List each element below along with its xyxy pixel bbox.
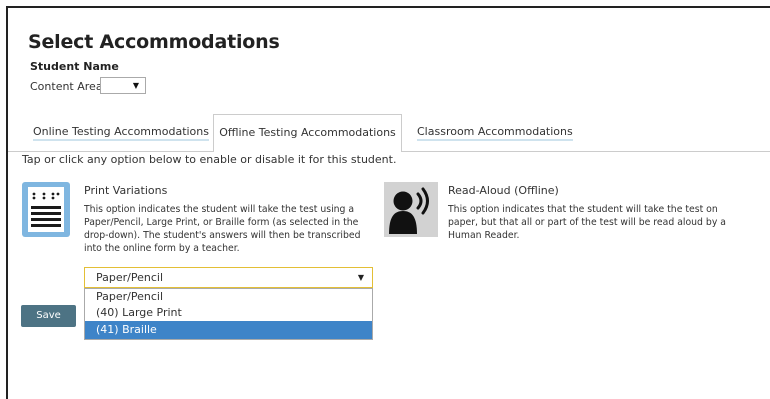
chevron-down-icon: ▼ — [357, 273, 364, 282]
tab-offline-label: Offline Testing Accommodations — [219, 126, 396, 139]
dropdown-option-braille[interactable]: (41) Braille — [85, 321, 372, 339]
page-title: Select Accommodations — [28, 31, 280, 53]
content-area-label: Content Area — [30, 80, 103, 93]
print-variation-select[interactable]: Paper/Pencil ▼ — [84, 267, 373, 288]
instruction-text: Tap or click any option below to enable … — [22, 153, 397, 166]
speaking-head-icon[interactable] — [384, 182, 438, 237]
tab-classroom-label: Classroom Accommodations — [417, 125, 573, 141]
dropdown-option-large-print[interactable]: (40) Large Print — [85, 305, 372, 321]
print-variations-description: This option indicates the student will t… — [84, 204, 361, 254]
chevron-down-icon: ▼ — [132, 81, 139, 90]
print-variation-options: Paper/Pencil (40) Large Print (41) Brail… — [84, 288, 373, 340]
content-area-select[interactable]: ▼ — [100, 77, 146, 94]
braille-list-icon[interactable] — [22, 182, 70, 237]
print-variation-selected-value: Paper/Pencil — [96, 271, 163, 284]
tab-online-testing[interactable]: Online Testing Accommodations — [33, 125, 209, 141]
read-aloud-title[interactable]: Read-Aloud (Offline) — [448, 184, 559, 197]
tab-offline-testing[interactable]: Offline Testing Accommodations — [213, 114, 402, 152]
tab-online-label: Online Testing Accommodations — [33, 125, 209, 141]
print-variations-title[interactable]: Print Variations — [84, 184, 167, 197]
dropdown-option-paper-pencil[interactable]: Paper/Pencil — [85, 289, 372, 305]
read-aloud-description: This option indicates that the student w… — [448, 204, 726, 241]
save-button[interactable]: Save — [21, 305, 76, 327]
tab-classroom[interactable]: Classroom Accommodations — [417, 125, 573, 141]
student-name-label: Student Name — [30, 60, 119, 73]
